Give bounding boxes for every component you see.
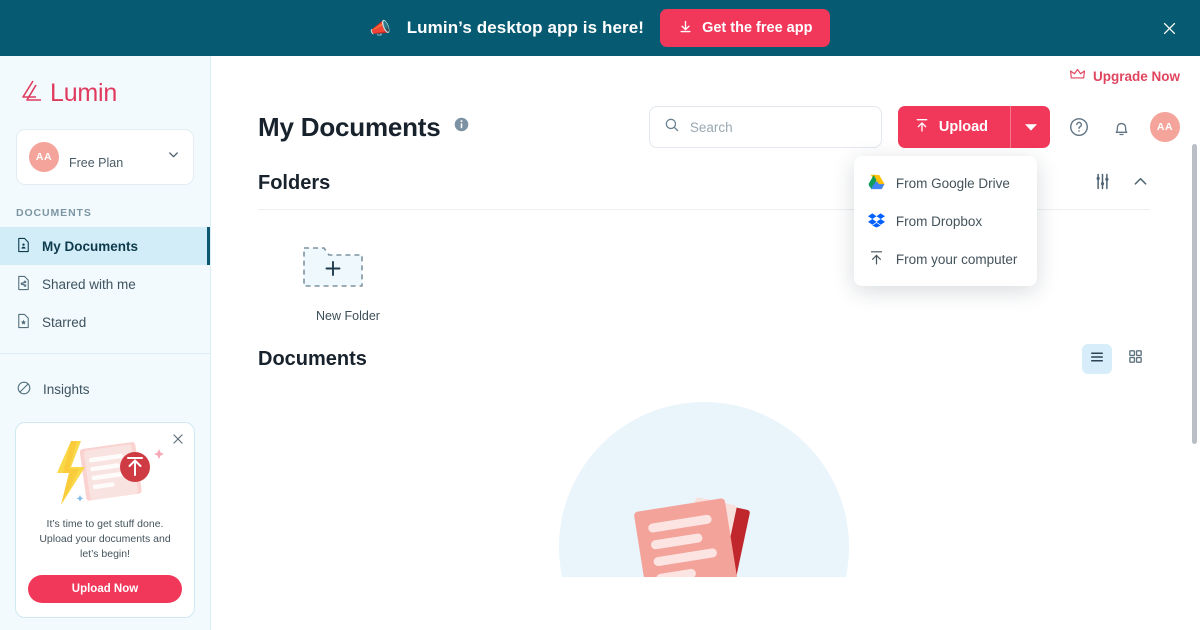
crown-icon <box>1069 67 1086 85</box>
download-icon <box>678 19 693 38</box>
upload-button[interactable]: Upload <box>897 106 1050 148</box>
upgrade-row: Upgrade Now <box>211 56 1200 96</box>
main-content: Upgrade Now My Documents Search Upload F… <box>211 56 1200 630</box>
upload-promo-card: It’s time to get stuff done. Upload your… <box>15 422 195 618</box>
dropbox-icon <box>867 212 885 231</box>
menu-item-from-google-drive[interactable]: From Google Drive <box>854 164 1037 202</box>
menu-item-label: From Google Drive <box>895 175 1010 191</box>
document-share-icon <box>16 275 31 294</box>
sidebar-item-shared-with-me[interactable]: Shared with me <box>0 265 210 303</box>
folders-tools <box>1092 171 1150 197</box>
bell-icon[interactable] <box>1108 114 1134 140</box>
get-free-app-label: Get the free app <box>702 20 813 36</box>
menu-item-label: From Dropbox <box>895 213 983 229</box>
sidebar-item-my-documents[interactable]: My Documents <box>0 227 210 265</box>
page-title: My Documents <box>258 111 441 142</box>
search-icon <box>664 117 680 138</box>
upload-documents-illustration <box>28 435 182 511</box>
menu-item-label: From your computer <box>895 251 1018 267</box>
documents-title: Documents <box>258 347 367 370</box>
empty-documents-illustration <box>258 385 1150 577</box>
main-toolbar: My Documents Search Upload From Google D… <box>211 96 1200 286</box>
promo-close-icon[interactable] <box>171 432 185 451</box>
banner-close-icon[interactable] <box>1156 15 1182 41</box>
upload-button-label: Upload <box>938 119 988 135</box>
sidebar: Lumin AA Free Plan DOCUMENTS My Document… <box>0 56 211 630</box>
new-folder-tile[interactable]: New Folder <box>300 240 396 323</box>
info-icon[interactable] <box>453 116 470 138</box>
app-body: Lumin AA Free Plan DOCUMENTS My Document… <box>0 56 1200 630</box>
search-input[interactable] <box>689 119 867 135</box>
lumin-app-window: 📣 Lumin’s desktop app is here! Get the f… <box>0 0 1200 630</box>
sidebar-item-label: Starred <box>42 314 87 330</box>
help-circle-icon[interactable] <box>1066 114 1092 140</box>
upgrade-now-label: Upgrade Now <box>1092 68 1180 84</box>
sidebar-item-label: Insights <box>43 381 90 397</box>
upload-arrow-icon <box>914 117 930 137</box>
sidebar-divider <box>0 353 210 354</box>
plan-label: Free Plan <box>69 156 124 170</box>
grid-view-button[interactable] <box>1120 344 1150 374</box>
sidebar-item-label: My Documents <box>42 238 139 254</box>
page-title-wrap: My Documents <box>258 112 633 143</box>
megaphone-icon: 📣 <box>369 18 391 38</box>
sidebar-item-starred[interactable]: Starred <box>0 303 210 341</box>
content-area: Folders New Folder Documents <box>211 158 1200 630</box>
google-drive-icon <box>868 174 885 193</box>
sliders-icon[interactable] <box>1092 171 1113 197</box>
lumin-logo[interactable]: Lumin <box>0 56 210 125</box>
documents-section-header: Documents <box>258 333 1150 385</box>
document-star-icon <box>16 313 31 332</box>
menu-item-from-dropbox[interactable]: From Dropbox <box>854 202 1037 240</box>
sidebar-item-label: Shared with me <box>42 276 136 292</box>
account-plan-card[interactable]: AA Free Plan <box>16 129 194 185</box>
folder-plus-icon <box>300 247 366 298</box>
view-toggle <box>1082 344 1150 374</box>
promo-banner-content: 📣 Lumin’s desktop app is here! Get the f… <box>370 9 831 47</box>
get-free-app-button[interactable]: Get the free app <box>660 9 831 47</box>
upgrade-now-link[interactable]: Upgrade Now <box>1069 67 1180 85</box>
promo-upload-now-button[interactable]: Upload Now <box>28 574 182 603</box>
lumin-mark-icon <box>18 76 46 111</box>
upload-arrow-icon <box>868 249 885 269</box>
chevron-down-icon[interactable] <box>166 147 181 167</box>
document-person-icon <box>16 237 31 256</box>
upload-group: Upload From Google Drive From Dropbox Fr… <box>853 106 1050 286</box>
grid-view-icon <box>1127 348 1144 370</box>
search-box[interactable] <box>648 106 882 148</box>
upload-dropdown-menu: From Google Drive From Dropbox From your… <box>853 156 1037 286</box>
vertical-scrollbar[interactable] <box>1192 144 1197 444</box>
sidebar-section-label: DOCUMENTS <box>16 207 92 219</box>
lumin-logo-text: Lumin <box>50 79 118 107</box>
upload-caret-button[interactable] <box>1010 106 1050 148</box>
pie-chart-icon <box>16 380 32 399</box>
sidebar-item-insights[interactable]: Insights <box>0 370 210 408</box>
promo-banner: 📣 Lumin’s desktop app is here! Get the f… <box>0 0 1200 56</box>
new-folder-label: New Folder <box>316 309 380 323</box>
menu-item-from-your-computer[interactable]: From your computer <box>854 240 1037 278</box>
user-avatar[interactable]: AA <box>1150 112 1180 142</box>
list-view-button[interactable] <box>1082 344 1112 374</box>
promo-banner-text: Lumin’s desktop app is here! <box>406 18 645 37</box>
avatar: AA <box>29 142 59 172</box>
list-view-icon <box>1088 348 1106 371</box>
promo-text: It’s time to get stuff done. Upload your… <box>39 518 171 561</box>
chevron-up-icon[interactable] <box>1131 172 1150 196</box>
